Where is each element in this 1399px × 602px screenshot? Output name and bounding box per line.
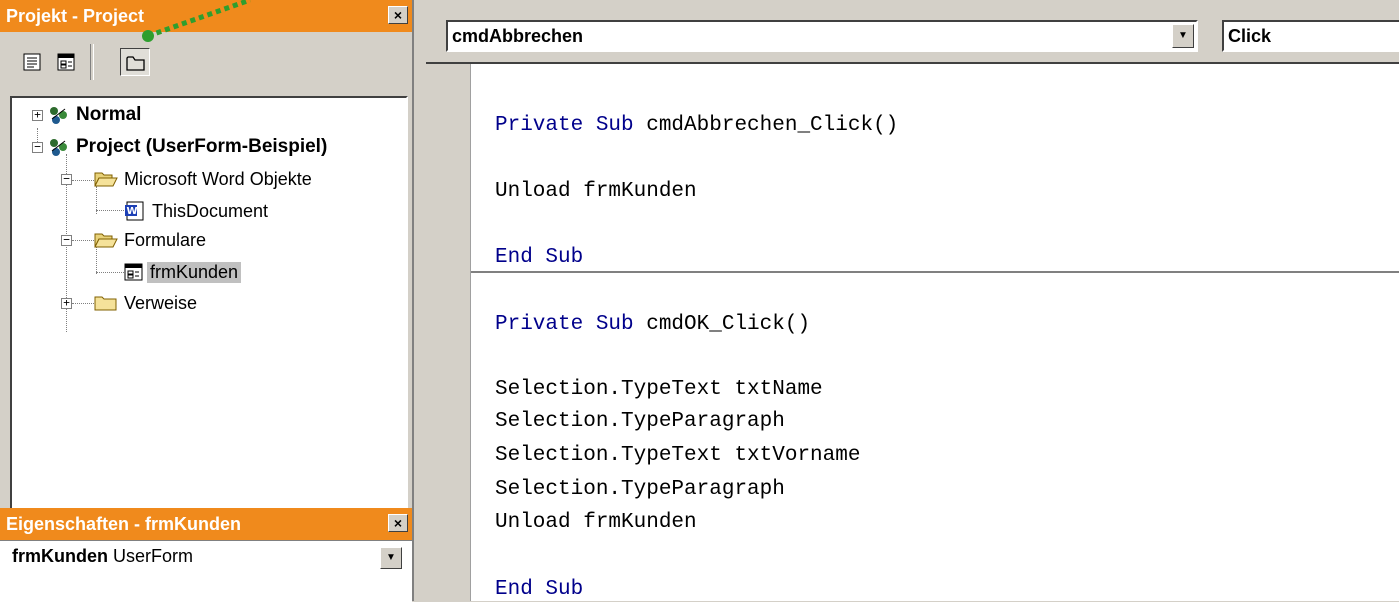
- properties-titlebar[interactable]: Eigenschaften - frmKunden ×: [0, 508, 412, 540]
- code-line: Selection.TypeText txtVorname: [495, 444, 861, 467]
- properties-object-name: frmKunden: [12, 546, 108, 566]
- properties-title: Eigenschaften - frmKunden: [6, 514, 242, 534]
- tree-item-label: Normal: [76, 104, 142, 125]
- code-line: Selection.TypeParagraph: [495, 478, 785, 501]
- code-line: Selection.TypeText txtName: [495, 378, 823, 401]
- project-explorer-title: Projekt - Project: [6, 6, 145, 26]
- tree-connector: [96, 210, 124, 211]
- code-line: End Sub: [495, 578, 584, 601]
- view-object-button[interactable]: [52, 48, 82, 76]
- tree-item-project[interactable]: Project (UserForm-Beispiel): [48, 134, 330, 160]
- vba-project-icon: [50, 139, 67, 156]
- chevron-down-icon[interactable]: ▼: [1172, 24, 1194, 48]
- object-combobox-value: cmdAbbrechen: [452, 26, 584, 46]
- folder-icon: [126, 56, 145, 71]
- open-folder-icon: [94, 233, 118, 248]
- properties-object-selector[interactable]: frmKunden UserForm ▼: [0, 540, 412, 602]
- tree-connector: [72, 303, 94, 304]
- code-area[interactable]: Private Sub cmdAbbrechen_Click() Unload …: [471, 64, 1399, 601]
- expand-references-button[interactable]: +: [61, 297, 72, 309]
- chevron-down-icon[interactable]: ▼: [380, 547, 402, 569]
- tree-item-this-document[interactable]: W ThisDocument: [124, 198, 271, 224]
- object-combobox[interactable]: cmdAbbrechen ▼: [446, 20, 1198, 52]
- properties-close-button[interactable]: ×: [388, 514, 408, 532]
- collapse-project-button[interactable]: −: [32, 141, 43, 153]
- folder-icon: [94, 296, 117, 311]
- project-tree: + Normal − Project (UserForm-Beispiel) −: [10, 96, 408, 516]
- userform-icon: [124, 263, 143, 281]
- word-document-icon: W: [125, 201, 144, 221]
- tree-connector: [72, 180, 94, 181]
- tree-item-word-objects[interactable]: Microsoft Word Objekte: [94, 166, 315, 192]
- code-line: Unload frmKunden: [495, 180, 697, 203]
- tree-item-references[interactable]: Verweise: [94, 290, 200, 316]
- view-object-icon: [57, 53, 75, 71]
- project-explorer-close-button[interactable]: ×: [388, 6, 408, 24]
- vba-project-icon: [50, 107, 67, 124]
- view-code-button[interactable]: [18, 48, 48, 76]
- code-line: Private Sub cmdOK_Click(): [495, 313, 811, 336]
- procedure-combobox-value: Click: [1228, 26, 1272, 46]
- code-line: Private Sub cmdAbbrechen_Click(): [495, 114, 899, 137]
- tree-item-label: ThisDocument: [152, 200, 269, 221]
- tree-item-label: Microsoft Word Objekte: [124, 168, 312, 189]
- project-explorer-pane: Projekt - Project × + Normal − Project (…: [0, 0, 412, 602]
- tree-connector: [96, 272, 124, 273]
- open-folder-icon: [94, 172, 118, 187]
- toggle-folders-button[interactable]: [120, 48, 150, 76]
- code-line: End Sub: [495, 246, 584, 269]
- view-code-icon: [23, 53, 41, 71]
- properties-object: frmKunden UserForm: [12, 546, 193, 567]
- collapse-word-objects-button[interactable]: −: [61, 173, 72, 185]
- procedure-combobox[interactable]: Click: [1222, 20, 1399, 52]
- pane-splitter[interactable]: [412, 0, 426, 601]
- project-toolbar: [0, 32, 412, 94]
- tree-item-label: frmKunden: [147, 261, 242, 283]
- tree-item-frmkunden[interactable]: frmKunden: [124, 259, 242, 285]
- project-explorer-titlebar[interactable]: Projekt - Project ×: [0, 0, 412, 32]
- tree-connector: [72, 240, 94, 241]
- collapse-forms-button[interactable]: −: [61, 234, 72, 246]
- svg-text:W: W: [127, 206, 138, 217]
- margin-indicator-bar[interactable]: [426, 64, 471, 601]
- code-editor[interactable]: Private Sub cmdAbbrechen_Click() Unload …: [426, 62, 1399, 601]
- tree-item-forms[interactable]: Formulare: [94, 227, 209, 253]
- code-line: Selection.TypeParagraph: [495, 410, 785, 433]
- tree-item-label: Project (UserForm-Beispiel): [76, 136, 328, 157]
- tree-item-normal[interactable]: Normal: [48, 102, 144, 128]
- tree-item-label: Formulare: [124, 229, 207, 250]
- toolbar-separator: [90, 44, 94, 80]
- code-line: Unload frmKunden: [495, 511, 697, 534]
- expand-normal-button[interactable]: +: [32, 109, 43, 121]
- code-window: cmdAbbrechen ▼ Click Private Sub cmdAbbr…: [426, 0, 1399, 601]
- procedure-separator: [471, 271, 1399, 273]
- tree-item-label: Verweise: [124, 292, 198, 313]
- properties-object-type: UserForm: [113, 546, 194, 566]
